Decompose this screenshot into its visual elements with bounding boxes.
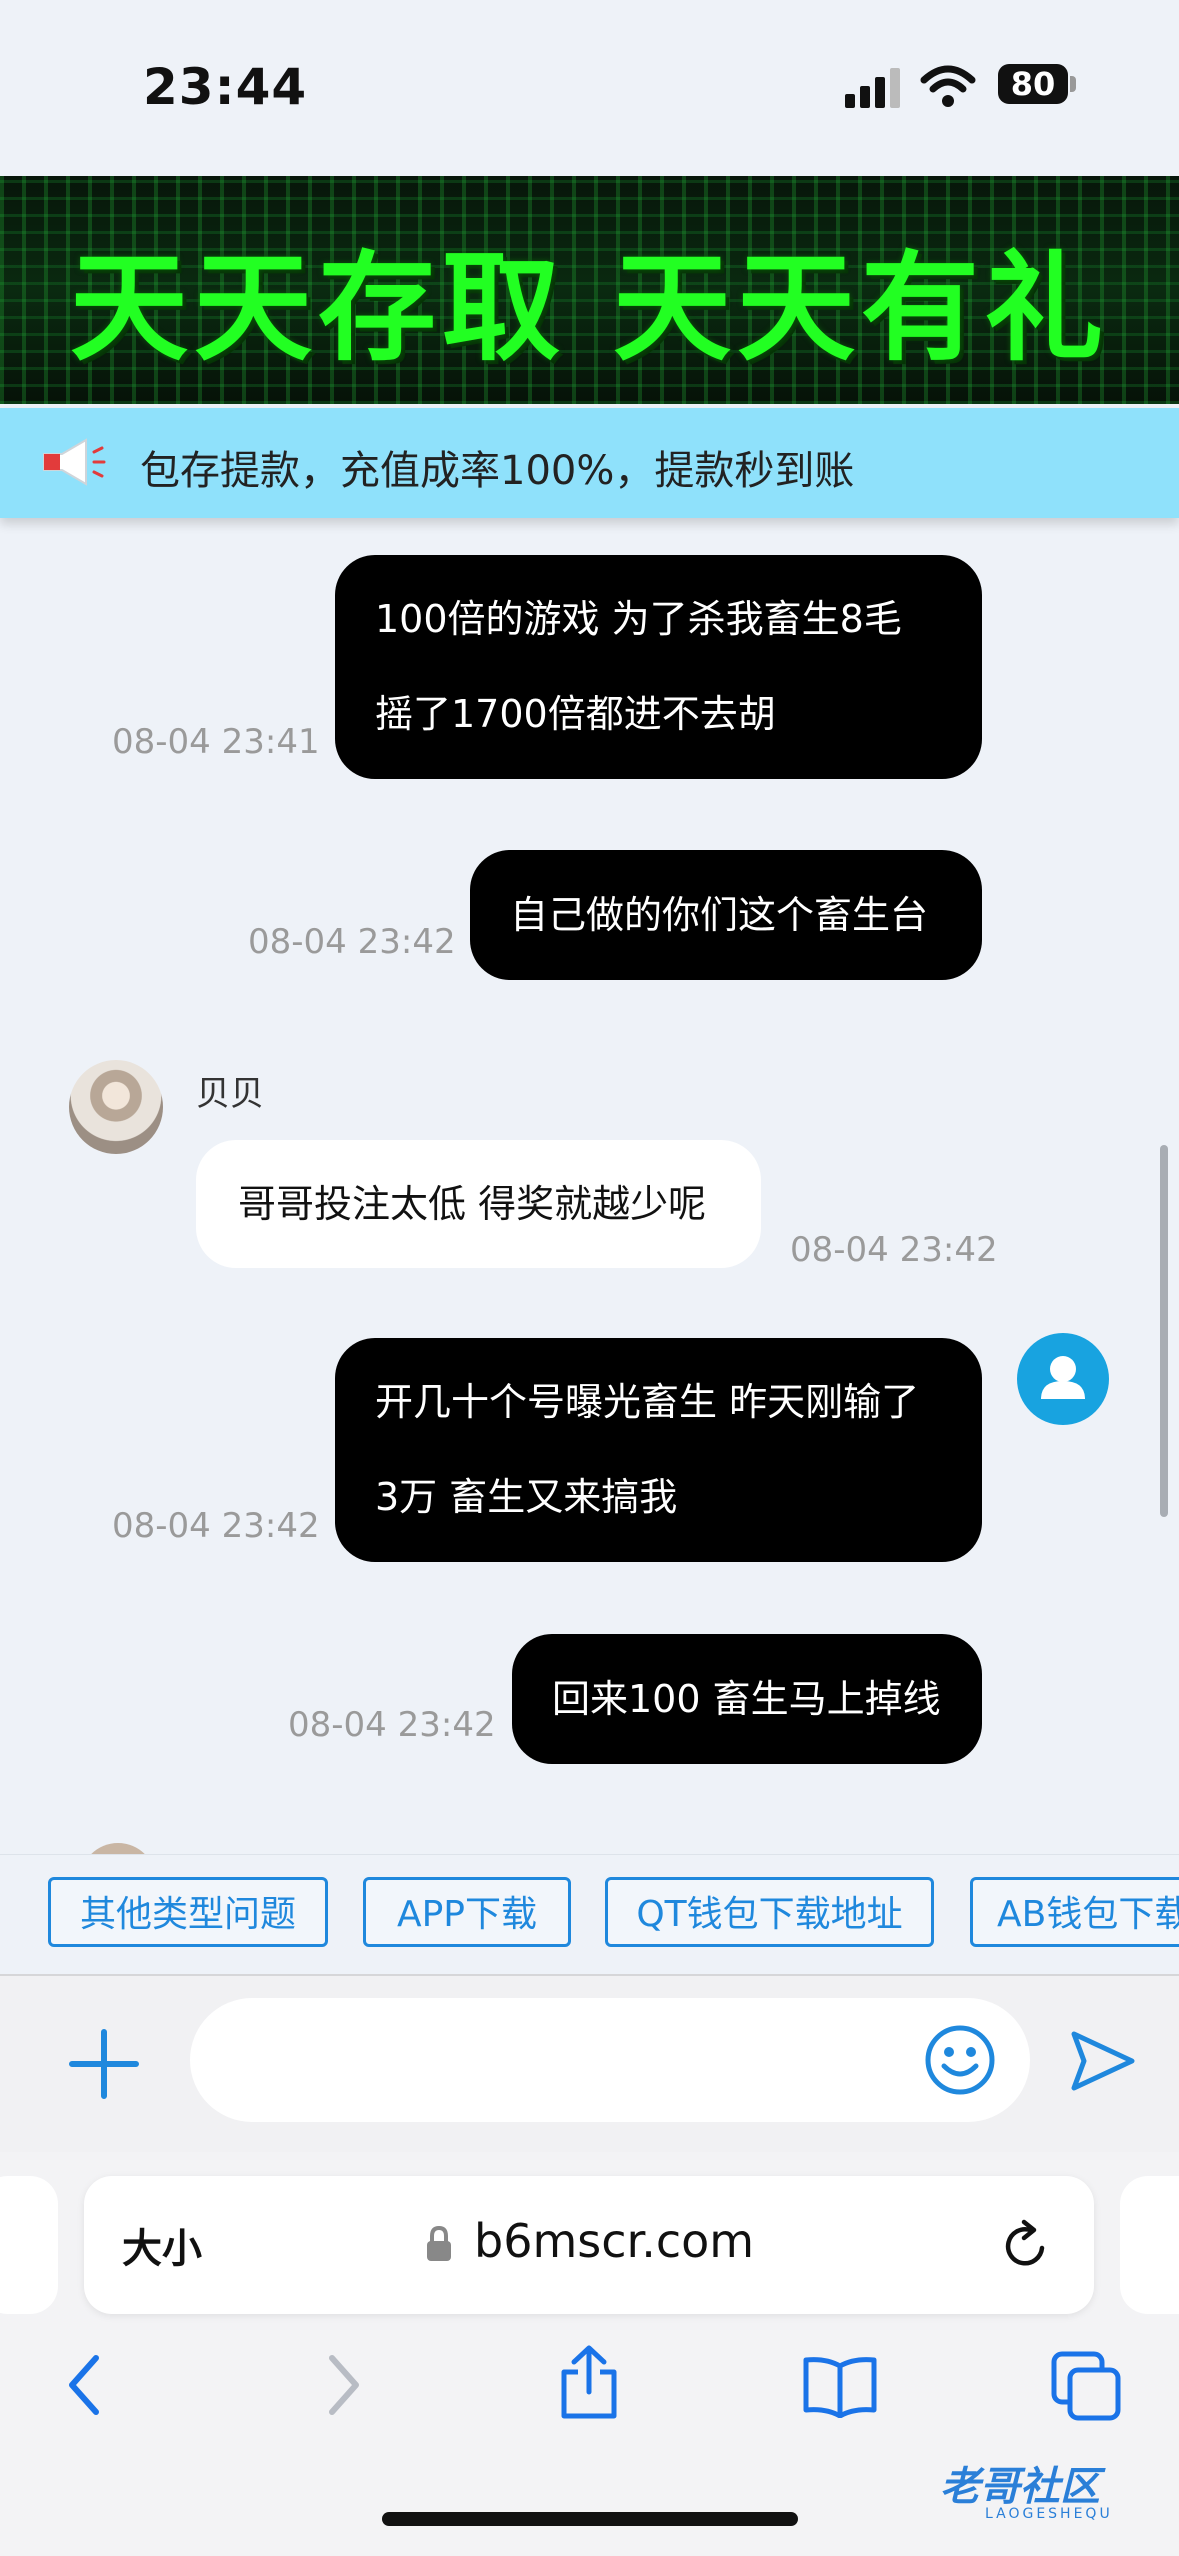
cellular-signal-icon — [845, 68, 900, 108]
quick-reply-chip[interactable]: AB钱包下载 — [970, 1877, 1179, 1947]
watermark-subtext: LAOGESHEQU — [985, 2506, 1113, 2522]
battery-icon — [1070, 76, 1076, 92]
emoji-icon[interactable] — [922, 2022, 998, 2098]
message-line: 哥哥投注太低 得奖就越少呢 — [238, 1182, 707, 1226]
lock-icon — [427, 2225, 451, 2261]
plus-icon[interactable] — [66, 2026, 142, 2102]
message-input-bar — [0, 1974, 1179, 2154]
status-time: 23:44 — [143, 58, 308, 116]
url-text: b6mscr.com — [474, 2214, 755, 2268]
back-icon[interactable] — [60, 2350, 110, 2420]
user-icon — [1041, 1356, 1085, 1399]
scrollbar[interactable] — [1160, 1145, 1168, 1517]
message-time: 08-04 23:42 — [288, 1705, 496, 1745]
message-time: 08-04 23:41 — [112, 722, 320, 762]
bookmarks-icon[interactable] — [800, 2354, 880, 2418]
watermark-logo: 老哥社区 — [940, 2464, 1100, 2510]
banner-title: 天天存取 天天有礼 — [69, 239, 1110, 377]
home-indicator — [382, 2512, 798, 2526]
message-line: 摇了1700倍都进不去胡 — [375, 692, 776, 736]
address-bar[interactable]: 大小 b6mscr.com — [84, 2176, 1094, 2314]
message-line: 回来100 畜生马上掉线 — [552, 1677, 941, 1721]
quick-reply-bar: 其他类型问题 APP下载 QT钱包下载地址 AB钱包下载 — [0, 1854, 1179, 1975]
message-bubble[interactable]: 回来100 畜生马上掉线 — [512, 1634, 982, 1764]
quick-reply-chip[interactable]: APP下载 — [363, 1877, 571, 1947]
share-icon[interactable] — [556, 2342, 622, 2422]
message-time: 08-04 23:42 — [790, 1230, 998, 1270]
message-bubble[interactable]: 自己做的你们这个畜生台 — [470, 850, 982, 980]
quick-reply-chip[interactable]: 其他类型问题 — [48, 1877, 328, 1947]
message-line: 开几十个号曝光畜生 昨天刚输了 — [375, 1380, 920, 1424]
avatar — [80, 1843, 156, 1854]
message-line: 100倍的游戏 为了杀我畜生8毛 — [375, 597, 902, 641]
notice-text: 包存提款，充值成率100%，提款秒到账 — [140, 448, 855, 494]
message-bubble[interactable]: 哥哥投注太低 得奖就越少呢 — [196, 1140, 761, 1268]
battery-level: 80 — [998, 64, 1068, 104]
message-bubble[interactable]: 100倍的游戏 为了杀我畜生8毛 摇了1700倍都进不去胡 — [335, 555, 982, 779]
forward-icon[interactable] — [318, 2350, 368, 2420]
status-bar: 23:44 80 — [0, 0, 1179, 176]
sender-name: 贝贝 — [196, 1074, 264, 1114]
avatar[interactable] — [69, 1060, 163, 1154]
promo-banner[interactable]: 天天存取 天天有礼 — [0, 176, 1179, 404]
message-bubble[interactable]: 开几十个号曝光畜生 昨天刚输了 3万 畜生又来搞我 — [335, 1338, 982, 1562]
notice-bar: 包存提款，充值成率100%，提款秒到账 — [0, 408, 1179, 518]
send-icon[interactable] — [1068, 2028, 1138, 2094]
tabs-icon[interactable] — [1050, 2350, 1124, 2424]
wifi-icon — [920, 65, 976, 107]
message-line: 自己做的你们这个畜生台 — [510, 893, 929, 937]
previous-tab-card[interactable] — [0, 2176, 58, 2314]
reload-icon[interactable] — [1000, 2218, 1052, 2272]
text-size-button[interactable]: 大小 — [122, 2216, 202, 2274]
user-avatar[interactable] — [1017, 1333, 1109, 1425]
message-time: 08-04 23:42 — [112, 1506, 320, 1546]
chat-area[interactable]: 08-04 23:41 100倍的游戏 为了杀我畜生8毛 摇了1700倍都进不去… — [0, 518, 1179, 1854]
quick-reply-chip[interactable]: QT钱包下载地址 — [605, 1877, 934, 1947]
megaphone-icon — [43, 438, 106, 486]
message-line: 3万 畜生又来搞我 — [375, 1475, 678, 1519]
message-time: 08-04 23:42 — [248, 922, 456, 962]
message-input[interactable] — [190, 1998, 1030, 2122]
next-tab-card[interactable] — [1120, 2176, 1179, 2314]
